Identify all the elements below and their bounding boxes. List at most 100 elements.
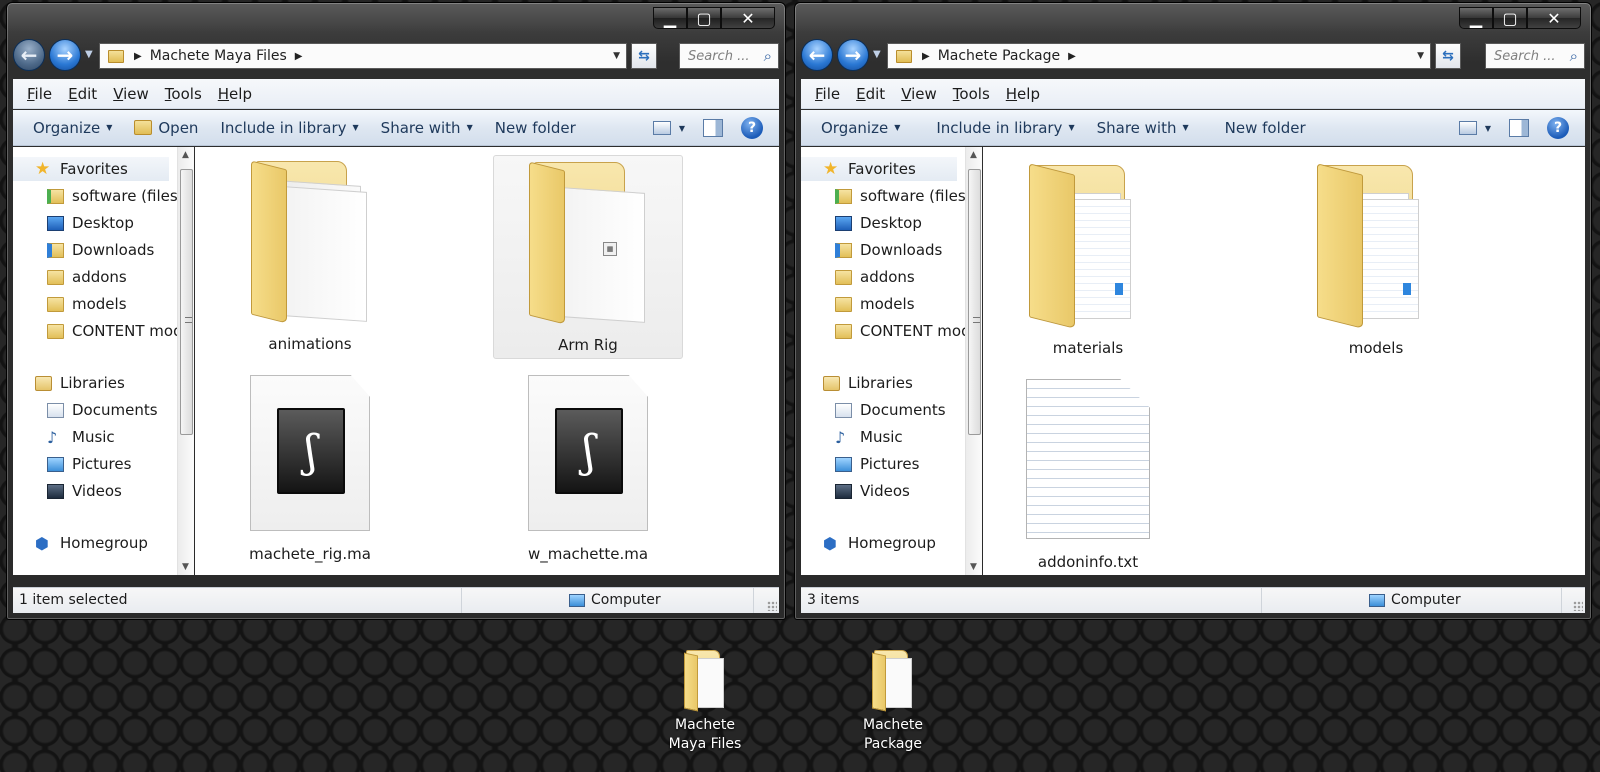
- close-button[interactable]: ✕: [721, 7, 775, 29]
- nav-item-documents[interactable]: Documents: [47, 398, 158, 422]
- nav-libraries[interactable]: Libraries: [823, 371, 913, 395]
- nav-item-videos[interactable]: Videos: [835, 479, 910, 503]
- forward-button[interactable]: →: [837, 39, 869, 71]
- minimize-button[interactable]: ▁: [653, 7, 687, 29]
- scroll-down-icon[interactable]: ▼: [182, 562, 189, 572]
- back-button[interactable]: ←: [801, 39, 833, 71]
- nav-libraries[interactable]: Libraries: [35, 371, 125, 395]
- nav-item-documents[interactable]: Documents: [835, 398, 946, 422]
- help-icon[interactable]: ?: [1547, 117, 1569, 139]
- folder-item-arm-rig[interactable]: ▦ Arm Rig: [493, 155, 683, 359]
- folder-item-animations[interactable]: animations: [215, 155, 405, 353]
- include-in-library-button[interactable]: Include in library ▼: [936, 119, 1074, 137]
- scroll-down-icon[interactable]: ▼: [970, 562, 977, 572]
- address-bar[interactable]: ▶ Machete Package ▶ ▼: [887, 43, 1431, 69]
- organize-button[interactable]: Organize ▼: [33, 119, 112, 137]
- resize-grip-icon[interactable]: [767, 601, 777, 611]
- breadcrumb-item[interactable]: Machete Maya Files: [150, 48, 287, 64]
- refresh-button[interactable]: ⇆: [631, 43, 657, 69]
- new-folder-button[interactable]: New folder: [495, 119, 576, 137]
- file-item-addoninfo[interactable]: addoninfo.txt: [993, 379, 1183, 571]
- folder-item-materials[interactable]: materials: [993, 159, 1183, 357]
- maximize-button[interactable]: ▢: [687, 7, 721, 29]
- desktop-icon-machete-package[interactable]: Machete Package: [838, 648, 948, 754]
- menu-edit[interactable]: Edit: [68, 85, 97, 103]
- open-button[interactable]: Open: [134, 119, 198, 137]
- maximize-button[interactable]: ▢: [1493, 7, 1527, 29]
- breadcrumb-separator-icon[interactable]: ▶: [922, 51, 930, 62]
- nav-homegroup[interactable]: ⬢ Homegroup: [823, 531, 936, 555]
- desktop-icon-machete-maya-files[interactable]: Machete Maya Files: [650, 648, 760, 754]
- preview-pane-icon[interactable]: [703, 119, 723, 137]
- recent-pages-dropdown-icon[interactable]: ▼: [873, 49, 881, 60]
- breadcrumb-separator-icon[interactable]: ▶: [295, 51, 303, 62]
- menu-tools[interactable]: Tools: [165, 85, 202, 103]
- scroll-up-icon[interactable]: ▲: [182, 150, 189, 160]
- breadcrumb-item[interactable]: Machete Package: [938, 48, 1060, 64]
- nav-scrollbar[interactable]: ▲ ▼: [965, 147, 982, 575]
- nav-item-music[interactable]: ♪ Music: [835, 425, 903, 449]
- new-folder-button[interactable]: New folder: [1225, 119, 1306, 137]
- nav-item-pictures[interactable]: Pictures: [835, 452, 919, 476]
- change-view-icon[interactable]: [652, 121, 671, 135]
- nav-item-addons[interactable]: addons: [835, 265, 915, 289]
- search-input[interactable]: Search ... ⌕: [679, 43, 779, 69]
- address-dropdown-icon[interactable]: ▼: [613, 51, 620, 61]
- menu-view[interactable]: View: [901, 85, 937, 103]
- menu-view[interactable]: View: [113, 85, 149, 103]
- nav-favorites[interactable]: ★ Favorites: [13, 157, 169, 181]
- back-button[interactable]: ←: [13, 39, 45, 71]
- nav-item-pictures[interactable]: Pictures: [47, 452, 131, 476]
- breadcrumb-separator-icon[interactable]: ▶: [134, 51, 142, 62]
- resize-grip-icon[interactable]: [1573, 601, 1583, 611]
- include-in-library-button[interactable]: Include in library ▼: [220, 119, 358, 137]
- nav-item-software[interactable]: software (filese: [835, 184, 975, 208]
- refresh-button[interactable]: ⇆: [1435, 43, 1461, 69]
- menu-file[interactable]: File: [27, 85, 52, 103]
- nav-item-content[interactable]: CONTENT mod: [835, 319, 971, 343]
- nav-homegroup[interactable]: ⬢ Homegroup: [35, 531, 148, 555]
- change-view-icon[interactable]: [1458, 121, 1477, 135]
- search-icon[interactable]: ⌕: [1570, 47, 1578, 65]
- nav-item-software[interactable]: software (filese: [47, 184, 187, 208]
- file-item-machete-rig[interactable]: ʃ machete_rig.ma: [215, 375, 405, 563]
- chevron-down-icon[interactable]: ▼: [1485, 124, 1491, 133]
- nav-scrollbar[interactable]: ▲ ▼: [177, 147, 194, 575]
- menu-help[interactable]: Help: [218, 85, 252, 103]
- forward-button[interactable]: →: [49, 39, 81, 71]
- nav-item-music[interactable]: ♪ Music: [47, 425, 115, 449]
- menu-file[interactable]: File: [815, 85, 840, 103]
- nav-item-models[interactable]: models: [835, 292, 915, 316]
- help-icon[interactable]: ?: [741, 117, 763, 139]
- scrollbar-thumb[interactable]: [968, 169, 981, 435]
- share-with-button[interactable]: Share with ▼: [381, 119, 473, 137]
- file-item-w-machette[interactable]: ʃ w_machette.ma: [493, 375, 683, 563]
- chevron-down-icon[interactable]: ▼: [679, 124, 685, 133]
- nav-item-videos[interactable]: Videos: [47, 479, 122, 503]
- menu-edit[interactable]: Edit: [856, 85, 885, 103]
- menu-tools[interactable]: Tools: [953, 85, 990, 103]
- nav-item-desktop[interactable]: Desktop: [835, 211, 922, 235]
- address-bar[interactable]: ▶ Machete Maya Files ▶ ▼: [99, 43, 627, 69]
- folder-item-models[interactable]: models: [1281, 159, 1471, 357]
- address-dropdown-icon[interactable]: ▼: [1417, 51, 1424, 61]
- organize-button[interactable]: Organize ▼: [821, 119, 900, 137]
- search-icon[interactable]: ⌕: [764, 47, 772, 65]
- scrollbar-thumb[interactable]: [180, 169, 193, 435]
- breadcrumb-separator-icon[interactable]: ▶: [1068, 51, 1076, 62]
- explorer-window-machete-package[interactable]: ▁ ▢ ✕ ← → ▼ ▶ Machete Package ▶ ▼ ⇆ Sear…: [794, 2, 1592, 620]
- close-button[interactable]: ✕: [1527, 7, 1581, 29]
- menu-help[interactable]: Help: [1006, 85, 1040, 103]
- nav-item-downloads[interactable]: Downloads: [835, 238, 942, 262]
- nav-item-desktop[interactable]: Desktop: [47, 211, 134, 235]
- nav-item-addons[interactable]: addons: [47, 265, 127, 289]
- preview-pane-icon[interactable]: [1509, 119, 1529, 137]
- nav-item-content[interactable]: CONTENT mod: [47, 319, 183, 343]
- share-with-button[interactable]: Share with ▼: [1097, 119, 1189, 137]
- minimize-button[interactable]: ▁: [1459, 7, 1493, 29]
- nav-item-downloads[interactable]: Downloads: [47, 238, 154, 262]
- nav-favorites[interactable]: ★ Favorites: [801, 157, 957, 181]
- recent-pages-dropdown-icon[interactable]: ▼: [85, 49, 93, 60]
- nav-item-models[interactable]: models: [47, 292, 127, 316]
- search-input[interactable]: Search ... ⌕: [1485, 43, 1585, 69]
